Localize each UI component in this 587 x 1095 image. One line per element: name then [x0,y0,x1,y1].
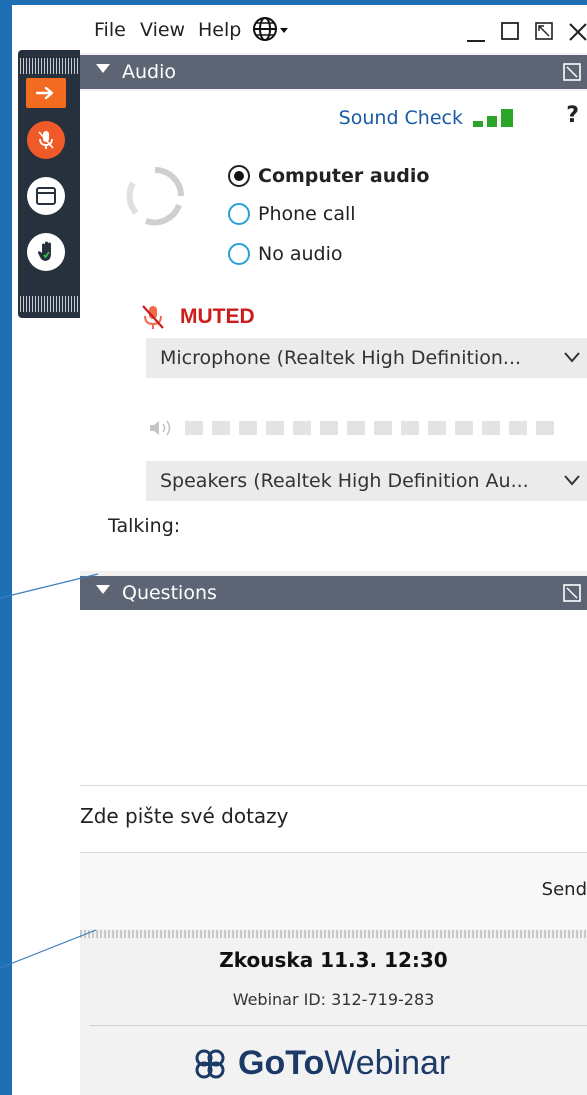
radio-unselected[interactable] [228,243,250,265]
raise-hand-button[interactable] [26,232,66,272]
radio-selected[interactable] [228,165,250,187]
webinar-id: Webinar ID: 312-719-283 [232,990,435,1009]
audio-section-title: Audio [122,61,177,83]
menu-bar: File View Help [80,5,587,53]
computer-audio-label: Computer audio [258,165,430,187]
signal-strength-icon [473,109,513,127]
chevron-down-icon [564,352,580,363]
close-icon[interactable] [567,15,587,45]
send-button[interactable]: Send [542,879,587,900]
muted-mic-badge [27,121,65,159]
arrow-right-icon [35,86,54,100]
question-input-placeholder: Zde pište své dotazy [80,804,289,828]
brand-name: GoToWebinar [238,1044,451,1082]
pop-out-icon[interactable] [563,584,581,602]
no-audio-label: No audio [258,243,343,265]
pop-out-icon[interactable] [563,63,581,81]
connecting-spinner-icon [126,167,184,226]
resize-gripper[interactable] [80,930,587,938]
panel-badge [27,177,65,215]
send-bar: Send [80,853,587,929]
muted-status[interactable]: MUTED [140,303,255,331]
talking-label: Talking: [108,515,181,537]
grab-tab-bottom-grip[interactable] [20,296,78,312]
questions-log [80,610,587,785]
audio-section-header[interactable]: Audio [80,55,587,89]
collapse-triangle-icon [96,64,110,73]
speakers-select-value: Speakers (Realtek High Definition Au... [160,470,529,492]
phone-call-option[interactable]: Phone call [228,203,356,225]
speaker-level-meter [148,418,554,438]
collapse-triangle-icon [96,585,110,594]
control-panel: File View Help Audio Sound Check ? Compu… [80,5,587,1095]
window-controls [465,15,587,45]
webinar-footer: Zkouska 11.3. 12:30 Webinar ID: 312-719-… [80,938,587,1095]
no-audio-option[interactable]: No audio [228,243,343,265]
grab-tab-top-grip[interactable] [20,58,78,74]
collapse-panel-button[interactable] [26,78,66,108]
menu-help[interactable]: Help [198,19,241,41]
caret-down-icon [280,28,288,33]
show-panel-button[interactable] [26,176,66,216]
speakers-select[interactable]: Speakers (Realtek High Definition Au... [146,461,587,501]
footer-divider [90,1025,587,1026]
speaker-volume-icon [150,420,171,436]
pop-out-icon[interactable] [533,15,555,45]
minimize-icon[interactable] [465,15,487,45]
questions-section-title: Questions [122,582,217,604]
goto-logo-icon [195,1049,225,1078]
globe-icon [253,17,288,41]
computer-audio-option[interactable]: Computer audio [228,165,429,187]
question-input[interactable]: Zde pište své dotazy [80,785,587,853]
microphone-select-value: Microphone (Realtek High Definition... [160,347,522,369]
mute-toggle-button[interactable] [26,120,66,160]
gotowebinar-control-panel-window: File View Help Audio Sound Check ? Compu… [0,0,587,1095]
menu-file[interactable]: File [94,19,126,41]
microphone-muted-icon [142,305,164,329]
chevron-down-icon [564,475,580,486]
help-question-icon[interactable]: ? [566,103,579,128]
sound-check-link[interactable]: Sound Check [339,107,463,129]
webinar-title: Zkouska 11.3. 12:30 [219,948,448,972]
radio-unselected[interactable] [228,203,250,225]
microphone-select[interactable]: Microphone (Realtek High Definition... [146,338,587,378]
muted-label: MUTED [180,305,255,328]
language-menu[interactable] [252,15,292,43]
window-icon [36,187,56,205]
maximize-icon[interactable] [499,15,521,45]
hand-badge [27,233,65,271]
gotowebinar-logo: GoToWebinar [192,1044,450,1083]
microphone-muted-icon [38,131,54,149]
menu-view[interactable]: View [140,19,185,41]
raise-hand-icon [37,241,51,261]
window-left-border [0,0,12,1095]
phone-call-label: Phone call [258,203,356,225]
questions-section-header[interactable]: Questions [80,576,587,610]
